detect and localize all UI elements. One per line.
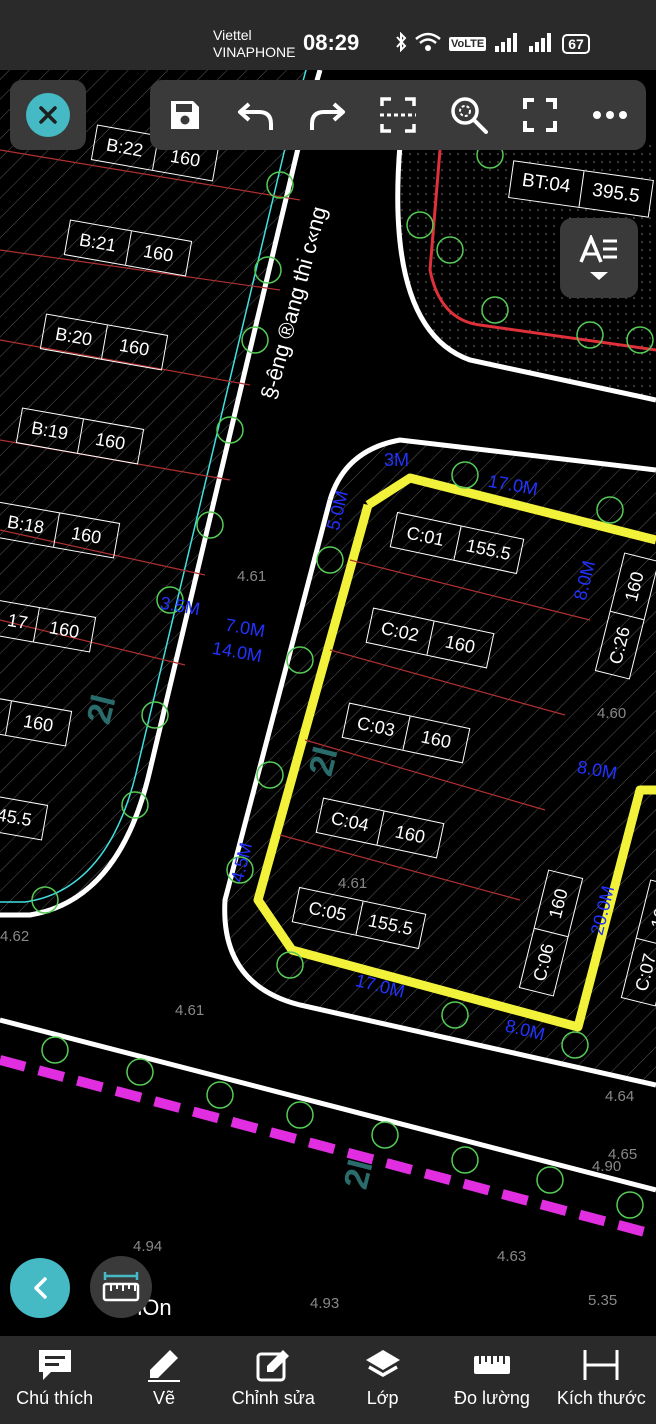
volte-badge: VoLTE [449,36,487,51]
edit-icon [256,1350,290,1382]
drawing-canvas[interactable]: §-êng ®ang thi c«ng B:22 160 B:21 160 B:… [0,70,656,1336]
status-icons: VoLTE 67 [395,31,590,55]
more-button[interactable] [586,91,634,139]
top-toolbar [150,80,646,150]
tab-label: Vẽ [152,1388,175,1408]
dim-label: 3M [384,450,410,470]
wifi-icon [415,32,441,55]
elevation-label: 4.60 [597,705,627,722]
back-button[interactable] [10,1258,70,1318]
crop-icon [379,97,416,133]
elevation-label: 5.35 [588,1292,618,1309]
measure-fab[interactable] [90,1256,152,1318]
tab-label: Chỉnh sửa [231,1388,315,1408]
elevation-label: 4.61 [175,1002,205,1019]
tab-label: Đo lường [454,1388,530,1408]
elevation-label: 4.63 [497,1248,527,1265]
clock: 08:29 [303,30,360,55]
bottom-toolbar: Chú thích Vẽ Chỉnh sửa Lớp Đo lường Kích… [0,1336,656,1424]
zoom-button[interactable] [445,91,493,139]
battery-indicator: 67 [562,33,590,54]
pencil-icon [147,1350,180,1382]
ruler-icon [473,1356,510,1374]
undo-icon [238,102,274,130]
select-area-button[interactable] [374,91,422,139]
save-icon [171,101,200,129]
elevation-label: 4.61 [237,568,267,585]
status-bar: Viettel VINAPHONE 08:29 VoLTE 67 [0,0,656,70]
bluetooth-icon [395,31,407,55]
layers-icon [365,1350,400,1378]
chevron-left-icon [34,1277,47,1299]
tab-edit[interactable]: Chỉnh sửa [219,1336,328,1424]
elevation-label: 4.61 [338,875,368,892]
close-button[interactable] [10,80,86,150]
redo-icon [310,102,346,130]
tab-draw[interactable]: Vẽ [109,1336,218,1424]
elevation-label: 4.93 [310,1295,340,1312]
signal-2-icon [528,32,554,55]
comment-icon [38,1350,71,1380]
signal-1-icon [494,32,520,55]
carrier-1: Viettel [213,27,252,43]
close-icon [26,93,70,137]
carrier-labels: Viettel VINAPHONE [213,27,295,61]
chevron-down-icon [590,272,608,280]
tab-label: Chú thích [16,1388,94,1408]
zoom-icon [451,97,488,134]
tab-label: Kích thước [556,1388,646,1408]
tab-annotation[interactable]: Chú thích [0,1336,109,1424]
elevation-label: 4.62 [0,928,30,945]
tab-measure[interactable]: Đo lường [437,1336,546,1424]
tab-label: Lớp [366,1388,399,1408]
elevation-label: 4.94 [133,1238,163,1255]
undo-button[interactable] [232,91,280,139]
more-icon [593,111,628,119]
tab-layers[interactable]: Lớp [328,1336,437,1424]
magenta-line [0,1055,656,1240]
elevation-label: 4.65 [608,1146,638,1163]
tab-dimension[interactable]: Kích thước [547,1336,656,1424]
fullscreen-button[interactable] [516,91,564,139]
text-format-button[interactable] [560,218,638,298]
redo-button[interactable] [303,91,351,139]
dimension-icon [583,1350,619,1380]
fullscreen-icon [522,98,557,132]
text-format-icon [579,235,617,263]
save-button[interactable] [161,91,209,139]
ruler-measure-icon [102,1272,140,1302]
elevation-label: 4.64 [605,1088,635,1105]
carrier-2: VINAPHONE [213,44,296,60]
